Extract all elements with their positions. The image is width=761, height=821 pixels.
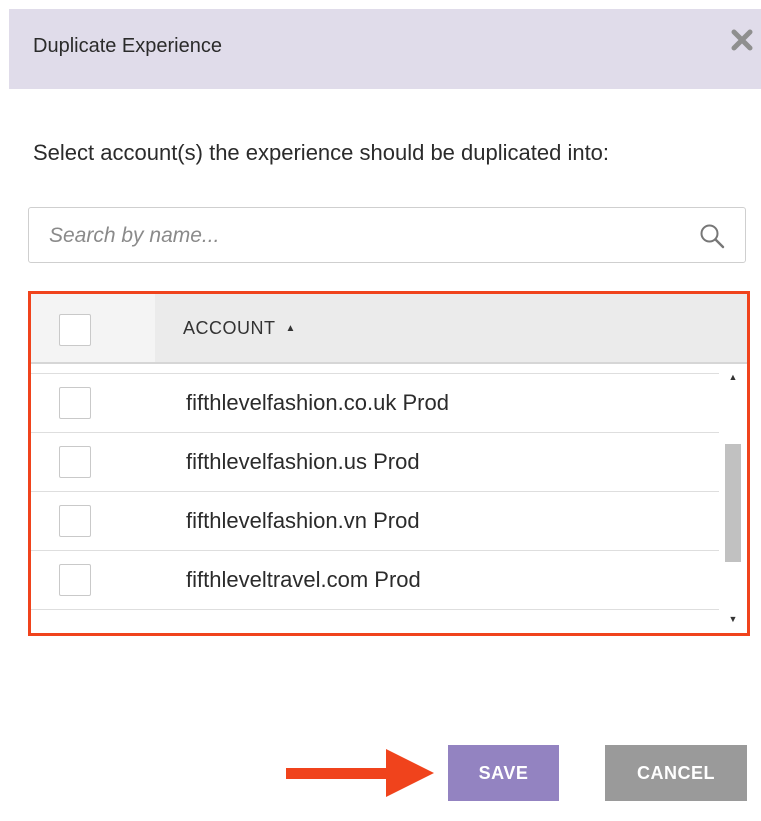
select-all-checkbox[interactable]: [59, 314, 91, 346]
table-row[interactable]: fifthlevelfashion.vn Prod: [31, 492, 719, 551]
search-box: [28, 207, 746, 264]
column-header-account[interactable]: ACCOUNT ▲: [183, 318, 296, 339]
table-header: ACCOUNT ▲: [31, 294, 747, 364]
account-name: fifthleveltravel.com Prod: [186, 567, 421, 592]
row-checkbox[interactable]: [59, 387, 91, 419]
table-row[interactable]: fifthleveltravel.com Prod: [31, 551, 719, 610]
save-button[interactable]: SAVE: [448, 745, 559, 801]
dialog-header: Duplicate Experience: [9, 9, 761, 89]
dialog-title: Duplicate Experience: [33, 35, 222, 57]
duplicate-experience-dialog: Duplicate Experience Select account(s) t…: [0, 0, 761, 821]
account-name: fifthlevelfashion.co.uk Prod: [186, 390, 449, 415]
table-rows: fifthlevelfashion.co.uk Prod fifthlevelf…: [31, 364, 719, 633]
account-name: fifthlevelfashion.vn Prod: [186, 508, 420, 533]
table-row[interactable]: fifthlevelfashion.co.uk Prod: [31, 374, 719, 433]
sort-ascending-icon: ▲: [285, 323, 296, 334]
account-name: fifthlevelfashion.us Prod: [186, 449, 420, 474]
account-table: ACCOUNT ▲ fifthlevelfashion.co.uk Prod fi…: [28, 291, 750, 636]
table-row-partial: [31, 355, 719, 374]
column-header-label: ACCOUNT: [183, 318, 276, 338]
select-all-cell: [31, 294, 155, 362]
scroll-down-arrow-icon[interactable]: ▼: [719, 614, 747, 624]
search-input[interactable]: [47, 208, 691, 264]
row-checkbox[interactable]: [59, 446, 91, 478]
search-icon[interactable]: [699, 223, 725, 249]
arrow-right-icon: [286, 749, 434, 797]
scroll-up-arrow-icon[interactable]: ▲: [719, 372, 747, 382]
row-checkbox[interactable]: [59, 564, 91, 596]
close-icon[interactable]: [729, 27, 755, 53]
table-scrollbar[interactable]: ▲ ▼: [719, 364, 747, 630]
table-row[interactable]: fifthlevelfashion.us Prod: [31, 433, 719, 492]
cancel-button[interactable]: CANCEL: [605, 745, 747, 801]
dialog-prompt: Select account(s) the experience should …: [33, 140, 610, 165]
scrollbar-thumb[interactable]: [725, 444, 741, 562]
row-checkbox[interactable]: [59, 505, 91, 537]
